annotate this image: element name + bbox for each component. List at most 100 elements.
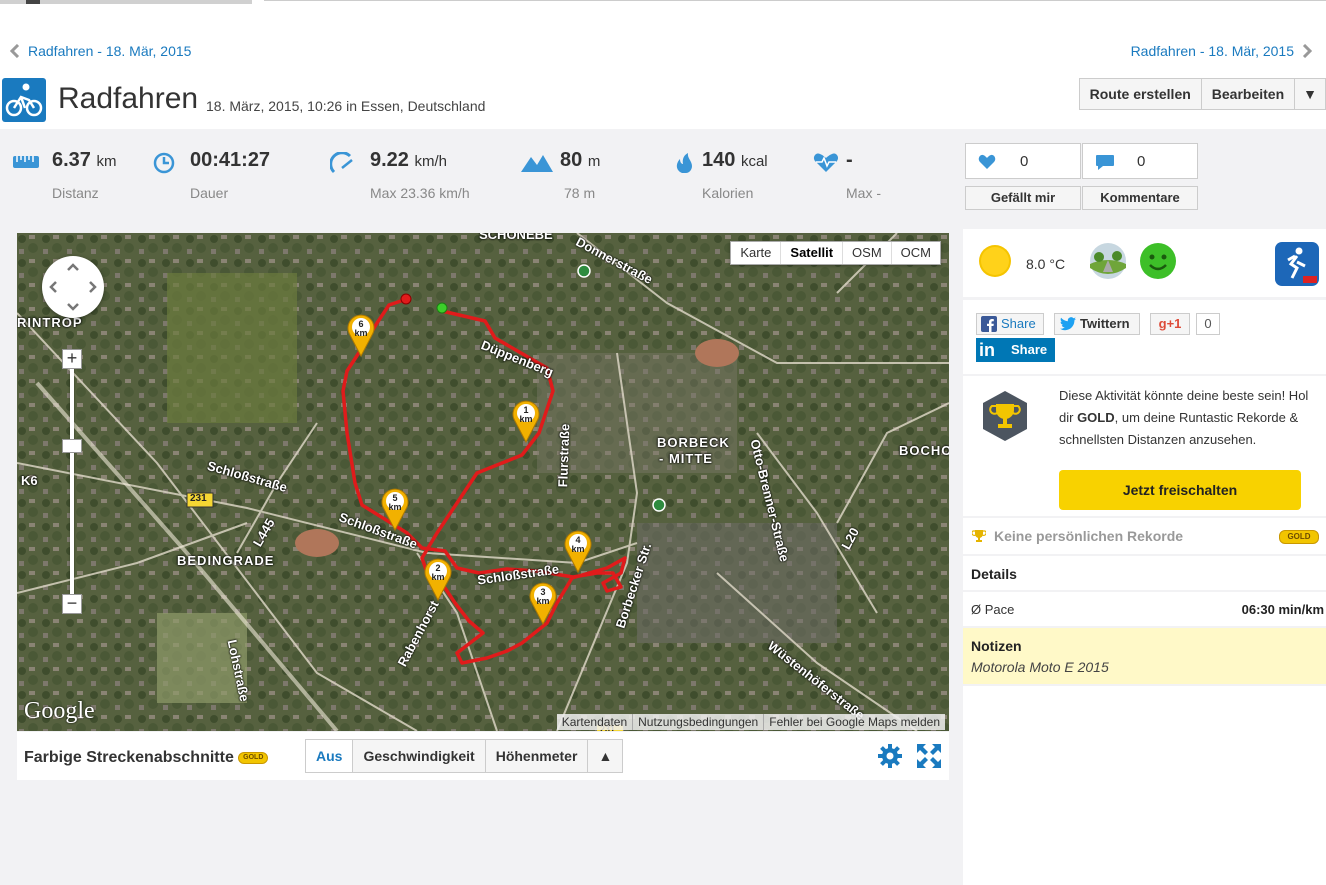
surface-park-icon bbox=[1090, 243, 1126, 279]
km-marker-1[interactable]: 1 km bbox=[511, 399, 541, 444]
like-button[interactable]: Gefällt mir bbox=[965, 186, 1081, 210]
google-plus-button[interactable]: g+1 bbox=[1150, 313, 1190, 335]
map-type-switcher: Karte Satellit OSM OCM bbox=[730, 241, 941, 265]
terms-link[interactable]: Nutzungsbedingungen bbox=[633, 714, 765, 730]
weather-card: 8.0 °C bbox=[963, 229, 1326, 297]
segments-speed-button[interactable]: Geschwindigkeit bbox=[353, 740, 486, 772]
heart-icon bbox=[978, 154, 996, 169]
map-type-osm[interactable]: OSM bbox=[843, 242, 892, 264]
runtastic-pro-app-icon[interactable] bbox=[1275, 242, 1319, 286]
segments-off-button[interactable]: Aus bbox=[306, 740, 354, 772]
zoom-slider-rail[interactable] bbox=[70, 351, 74, 609]
gold-promo-text: Diese Aktivität könnte deine beste sein!… bbox=[1059, 385, 1309, 451]
colored-segments-bar: Farbige Streckenabschnitte GOLD Aus Gesc… bbox=[17, 732, 949, 780]
km-marker-2-unit: km bbox=[431, 572, 445, 582]
segments-collapse-button[interactable]: ▲ bbox=[588, 740, 622, 772]
segments-title: Farbige Streckenabschnitte bbox=[24, 749, 234, 766]
gear-icon[interactable] bbox=[877, 743, 903, 769]
zoom-slider-handle[interactable] bbox=[62, 439, 82, 453]
elevation-unit: m bbox=[587, 153, 601, 170]
google-plus-label: g+1 bbox=[1158, 316, 1182, 331]
map-label-k6: K6 bbox=[21, 473, 38, 488]
create-route-button[interactable]: Route erstellen bbox=[1079, 79, 1202, 109]
pace-value: 06:30 min/km bbox=[1241, 602, 1324, 617]
map-pan-control[interactable] bbox=[42, 256, 104, 318]
pace-label: Ø Pace bbox=[971, 602, 1015, 617]
km-marker-2[interactable]: 2 km bbox=[423, 557, 453, 602]
facebook-share-button[interactable]: Share bbox=[976, 313, 1044, 335]
map-attribution: Kartendaten Nutzungsbedingungen Fehler b… bbox=[556, 714, 945, 730]
km-marker-6-unit: km bbox=[354, 328, 368, 338]
unlock-gold-button[interactable]: Jetzt freischalten bbox=[1059, 470, 1301, 510]
next-activity-link[interactable]: Radfahren - 18. Mär, 2015 bbox=[1131, 43, 1312, 59]
km-marker-3[interactable]: 3 km bbox=[528, 581, 558, 626]
twitter-share-label: Twittern bbox=[1080, 316, 1130, 331]
zoom-out-button[interactable]: − bbox=[62, 594, 82, 614]
km-marker-5[interactable]: 5 km bbox=[380, 487, 410, 532]
map-type-karte[interactable]: Karte bbox=[731, 242, 782, 264]
flame-icon bbox=[676, 153, 692, 173]
elevation-loss-label: 78 m bbox=[564, 185, 596, 201]
ruler-icon bbox=[13, 156, 39, 168]
prev-activity-link[interactable]: Radfahren - 18. Mär, 2015 bbox=[10, 43, 191, 59]
zoom-in-button[interactable]: + bbox=[62, 349, 82, 369]
map-data-link[interactable]: Kartendaten bbox=[557, 714, 634, 730]
heartrate-max-label: Max - bbox=[846, 185, 881, 201]
duration-value: 00:41:27 bbox=[190, 149, 271, 171]
activity-main-panel: 6.37 km Distanz 00:41:27 Dauer 9.22 km/h… bbox=[0, 129, 963, 885]
gold-badge: GOLD bbox=[238, 751, 269, 764]
heartrate-icon bbox=[813, 153, 839, 172]
google-logo: Google bbox=[24, 698, 95, 724]
map-type-ocm[interactable]: OCM bbox=[892, 242, 940, 264]
fullscreen-icon[interactable] bbox=[916, 743, 942, 769]
km-marker-6[interactable]: 6 km bbox=[346, 313, 376, 358]
distance-unit: km bbox=[96, 153, 117, 170]
comment-bubble-icon bbox=[1096, 155, 1114, 170]
comments-counter: 0 bbox=[1082, 143, 1198, 179]
twitter-share-button[interactable]: Twittern bbox=[1054, 313, 1140, 335]
speedometer-icon bbox=[330, 152, 353, 174]
max-speed-label: Max 23.36 km/h bbox=[370, 185, 470, 201]
trophy-badge-icon bbox=[983, 391, 1027, 441]
side-panel-empty-area bbox=[963, 686, 1326, 885]
speed-unit: km/h bbox=[414, 153, 448, 170]
km-marker-4[interactable]: 4 km bbox=[563, 529, 593, 574]
chevron-left-icon bbox=[10, 44, 20, 58]
map-label-bochold: BOCHO bbox=[899, 443, 949, 458]
temperature-value: 8.0 °C bbox=[1026, 256, 1066, 272]
notes-card: Notizen Motorola Moto E 2015 bbox=[963, 628, 1326, 684]
personal-records-row: Keine persönlichen Rekorde GOLD bbox=[963, 518, 1326, 554]
edit-button[interactable]: Bearbeiten bbox=[1201, 79, 1296, 109]
twitter-bird-icon bbox=[1060, 317, 1076, 331]
facebook-icon bbox=[981, 316, 997, 332]
share-card: Share Twittern g+1 0 in Share bbox=[963, 300, 1326, 374]
elevation-value: 80 bbox=[560, 149, 583, 171]
pace-row: Ø Pace 06:30 min/km bbox=[963, 592, 1326, 626]
map-type-satellit[interactable]: Satellit bbox=[781, 242, 844, 264]
trophy-small-icon bbox=[972, 530, 986, 542]
calories-label: Kalorien bbox=[702, 185, 754, 201]
map-label-borbeck-mitte: - MITTE bbox=[659, 451, 713, 466]
pan-arrows-icon bbox=[49, 263, 97, 311]
distance-value: 6.37 bbox=[52, 149, 91, 171]
segments-elevation-button[interactable]: Höhenmeter bbox=[486, 740, 589, 772]
details-heading-row: Details bbox=[963, 556, 1326, 590]
comments-count: 0 bbox=[1137, 153, 1146, 170]
details-heading: Details bbox=[971, 566, 1017, 582]
cycling-icon bbox=[2, 78, 46, 122]
page-title: Radfahren bbox=[58, 82, 199, 115]
map-label-borbeck: BORBECK bbox=[657, 435, 730, 450]
next-activity-label: Radfahren - 18. Mär, 2015 bbox=[1130, 43, 1294, 59]
route-map[interactable]: Schloßstraße Schloßstraße Schloßstraße D… bbox=[17, 233, 949, 731]
linkedin-share-button[interactable]: in Share bbox=[976, 338, 1055, 362]
sun-icon bbox=[979, 245, 1011, 277]
linkedin-share-label: Share bbox=[1011, 342, 1048, 357]
map-label-schonebeck: SCHÖNEBE bbox=[479, 233, 553, 242]
report-error-link[interactable]: Fehler bei Google Maps melden bbox=[764, 714, 945, 730]
activity-header: Radfahren 18. März, 2015, 10:26 in Essen… bbox=[0, 76, 1326, 126]
no-records-label: Keine persönlichen Rekorde bbox=[994, 528, 1184, 544]
more-dropdown-button[interactable]: ▼ bbox=[1295, 79, 1325, 109]
gold-promo-card: Diese Aktivität könnte deine beste sein!… bbox=[963, 376, 1326, 516]
likes-count: 0 bbox=[1020, 153, 1029, 170]
comment-button[interactable]: Kommentare bbox=[1082, 186, 1198, 210]
